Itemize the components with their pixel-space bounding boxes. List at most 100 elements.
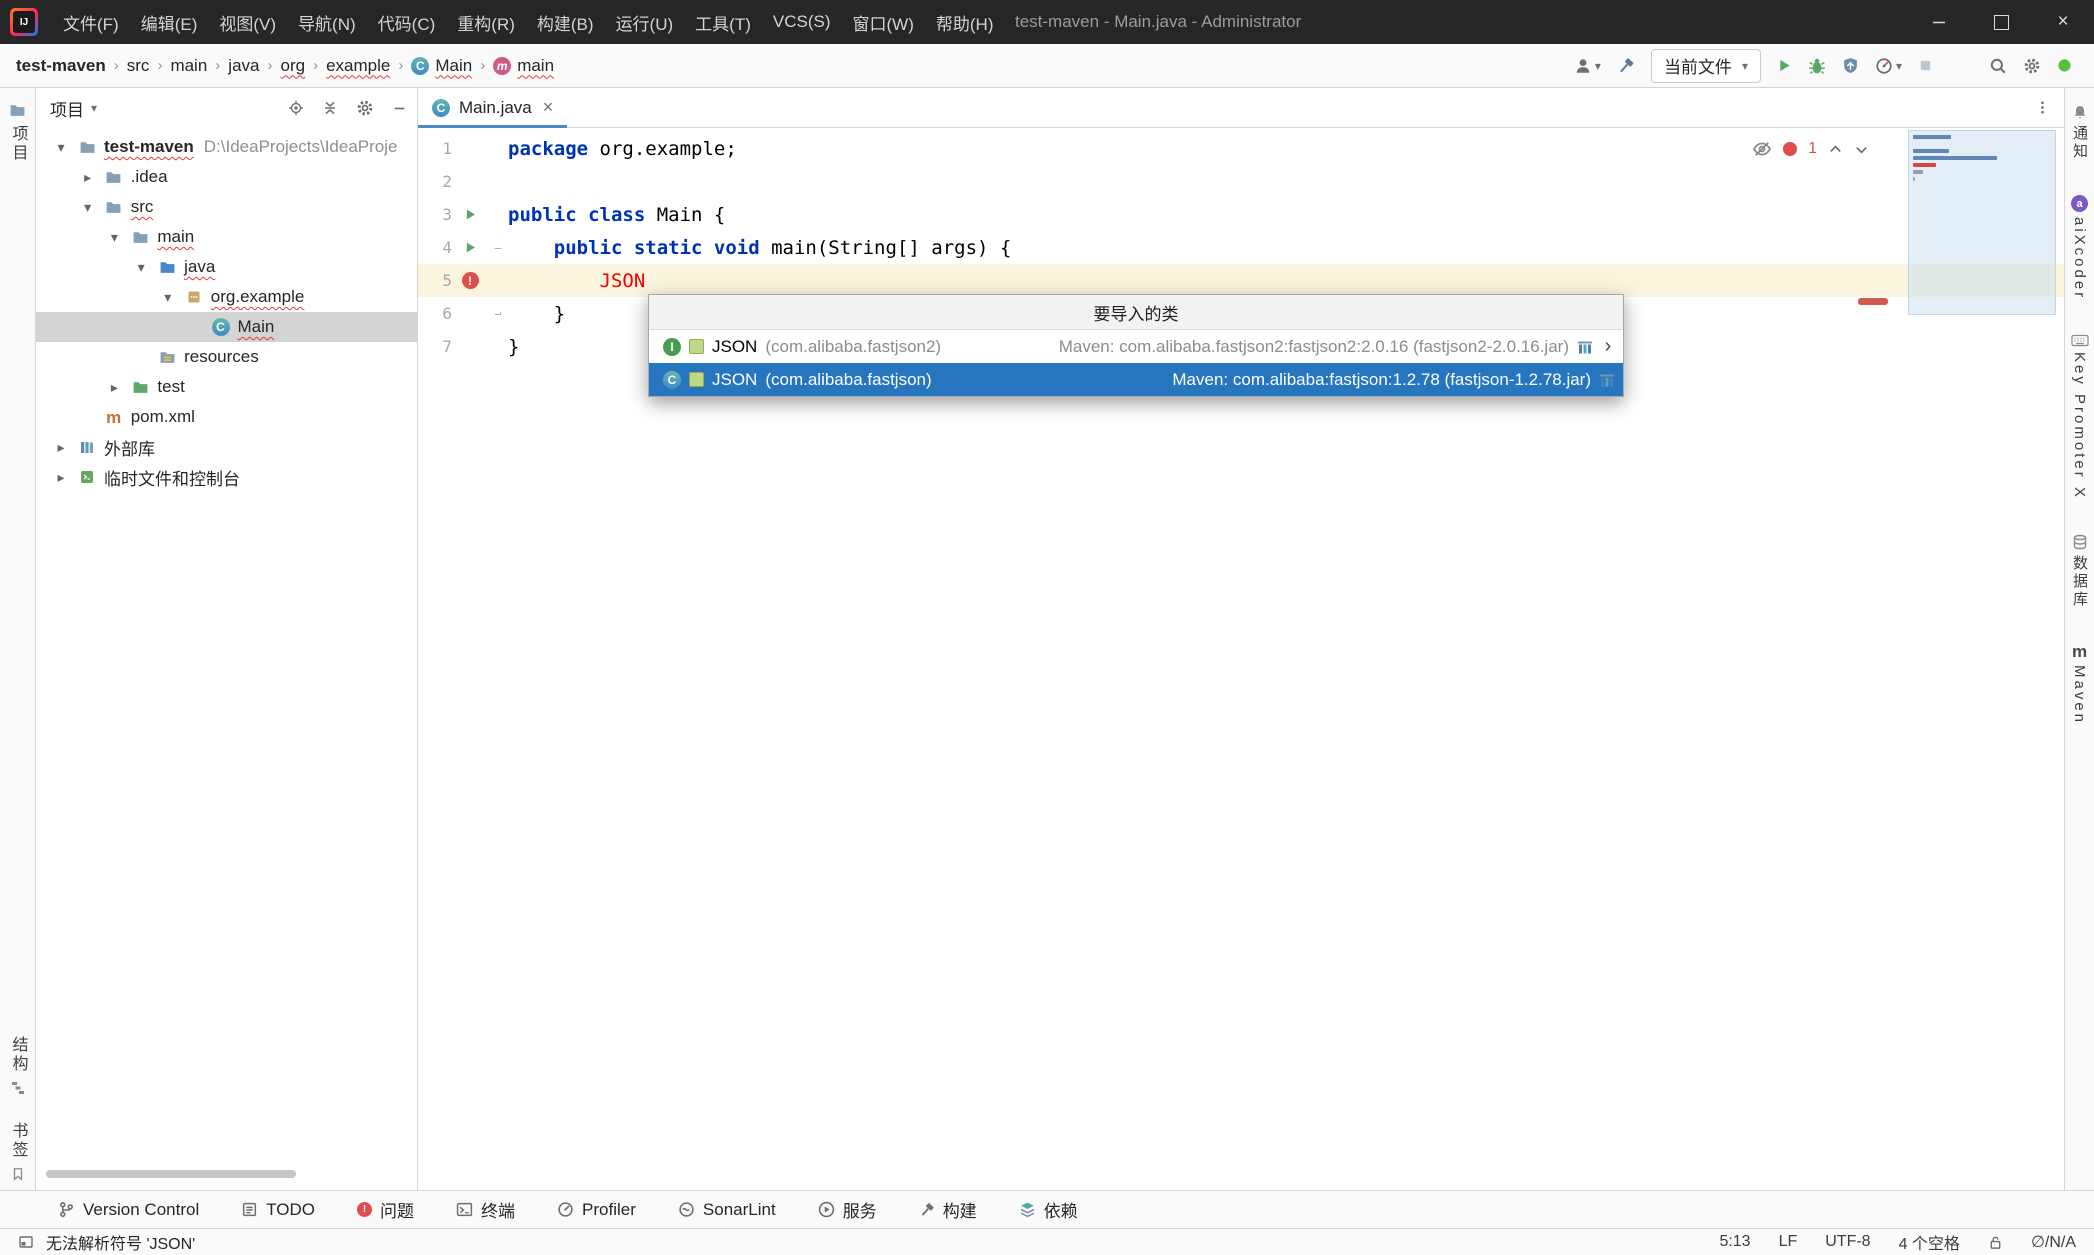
tree-row-src[interactable]: ▾src (36, 192, 417, 222)
project-panel-title[interactable]: 项目 (50, 96, 84, 121)
target-icon[interactable] (288, 100, 304, 116)
toolwindow-button-Version Control[interactable]: Version Control (58, 1200, 199, 1220)
breadcrumb-item-example[interactable]: example (326, 56, 390, 76)
profiler-button[interactable]: ▾ (1875, 57, 1902, 75)
line-separator[interactable]: LF (1779, 1233, 1798, 1251)
menu-item-5[interactable]: 重构(R) (446, 0, 526, 44)
toolwindow-button-依赖[interactable]: 依赖 (1019, 1197, 1078, 1222)
menu-item-1[interactable]: 编辑(E) (130, 0, 209, 44)
menu-item-2[interactable]: 视图(V) (208, 0, 287, 44)
menu-item-0[interactable]: 文件(F) (52, 0, 130, 44)
menu-item-6[interactable]: 构建(B) (526, 0, 605, 44)
menu-item-9[interactable]: VCS(S) (762, 0, 842, 44)
code-line-3[interactable]: 3public class Main { (418, 198, 2064, 231)
minimap[interactable] (1908, 130, 2056, 330)
tab-main-java[interactable]: C Main.java × (418, 88, 567, 128)
tree-chevron-icon[interactable]: ▸ (101, 379, 127, 396)
tree-chevron-icon[interactable]: ▾ (128, 259, 154, 276)
tree-row-外部库[interactable]: ▸外部库 (36, 432, 417, 462)
caret-position[interactable]: 5:13 (1719, 1233, 1750, 1251)
tree-row-resources[interactable]: resources (36, 342, 417, 372)
menu-item-8[interactable]: 工具(T) (684, 0, 762, 44)
toolwindow-button-Profiler[interactable]: Profiler (557, 1200, 636, 1220)
breadcrumb-item-Main[interactable]: CMain (411, 56, 472, 76)
toolwindow-button-服务[interactable]: 服务 (818, 1197, 877, 1222)
debug-button[interactable] (1808, 57, 1826, 75)
maximize-button[interactable] (1970, 0, 2032, 44)
tree-row-.idea[interactable]: ▸.idea (36, 162, 417, 192)
error-gutter-icon[interactable]: ! (452, 272, 488, 289)
tree-chevron-icon[interactable]: ▸ (48, 439, 74, 456)
write-access-lock-icon[interactable] (1988, 1235, 2003, 1250)
tree-row-pom.xml[interactable]: mpom.xml (36, 402, 417, 432)
toolwindow-button-问题[interactable]: !问题 (357, 1197, 414, 1222)
run-button[interactable] (1777, 58, 1792, 73)
menu-item-4[interactable]: 代码(C) (367, 0, 447, 44)
tool-stripe-通知-button[interactable]: 通知 (2069, 104, 2090, 161)
close-button[interactable]: × (2032, 0, 2094, 44)
settings-gear-icon[interactable] (2023, 57, 2041, 75)
tool-stripe-bookmark-button[interactable]: 书签 (6, 1122, 30, 1182)
tree-row-org.example[interactable]: ▾org.example (36, 282, 417, 312)
error-indicator-icon[interactable] (1783, 142, 1797, 156)
code-line-2[interactable]: 2 (418, 165, 2064, 198)
toolwindow-button-终端[interactable]: 终端 (456, 1197, 515, 1222)
minus-icon[interactable] (392, 101, 407, 116)
tree-row-Main[interactable]: CMain (36, 312, 417, 342)
import-option-com.alibaba.fastjson[interactable]: CJSON(com.alibaba.fastjson)Maven: com.al… (649, 363, 1623, 396)
tab-close-icon[interactable]: × (543, 97, 554, 118)
tree-row-java[interactable]: ▾java (36, 252, 417, 282)
fold-marker-icon[interactable]: – (488, 241, 508, 255)
breadcrumb-item-main[interactable]: main (170, 56, 207, 76)
tree-row-test[interactable]: ▸test (36, 372, 417, 402)
run-configuration-select[interactable]: 当前文件▾ (1651, 49, 1761, 83)
tree-row-临时文件和控制台[interactable]: ▸临时文件和控制台 (36, 462, 417, 492)
tool-stripe-project-button[interactable]: 项目 (6, 102, 30, 163)
menu-item-7[interactable]: 运行(U) (605, 0, 685, 44)
toolwindow-button-TODO[interactable]: TODO (241, 1200, 315, 1220)
breadcrumb-item-java[interactable]: java (228, 56, 259, 76)
indent-style[interactable]: 4 个空格 (1899, 1230, 1960, 1254)
tool-stripe-aiXcoder-button[interactable]: aaiXcoder (2071, 195, 2088, 300)
tree-chevron-icon[interactable]: ▸ (48, 469, 74, 486)
tree-chevron-icon[interactable]: ▾ (48, 139, 74, 156)
next-error-icon[interactable] (1854, 142, 1869, 157)
prev-error-icon[interactable] (1828, 142, 1843, 157)
menu-item-10[interactable]: 窗口(W) (842, 0, 925, 44)
file-encoding[interactable]: UTF-8 (1825, 1233, 1870, 1251)
run-gutter-icon[interactable] (452, 208, 488, 221)
coverage-button[interactable] (1842, 57, 1859, 74)
tree-row-test-maven[interactable]: ▾test-mavenD:\IdeaProjects\IdeaProje (36, 132, 417, 162)
error-stripe-mark[interactable] (1858, 298, 1888, 305)
menu-item-3[interactable]: 导航(N) (287, 0, 367, 44)
breadcrumb-item-test-maven[interactable]: test-maven (16, 56, 106, 76)
tree-chevron-icon[interactable]: ▾ (155, 289, 181, 306)
highlight-level-icon[interactable] (1752, 139, 1772, 159)
code-line-5[interactable]: 5! JSON (418, 264, 2064, 297)
collapse-icon[interactable] (322, 100, 338, 116)
run-gutter-icon[interactable] (452, 241, 488, 254)
breadcrumb-item-org[interactable]: org (280, 56, 305, 76)
menu-item-11[interactable]: 帮助(H) (925, 0, 1005, 44)
tree-row-main[interactable]: ▾main (36, 222, 417, 252)
tree-chevron-icon[interactable]: ▾ (101, 229, 127, 246)
build-hammer-icon[interactable] (1617, 57, 1635, 75)
settings-icon[interactable] (356, 99, 374, 117)
user-menu-icon[interactable]: ▾ (1574, 57, 1601, 75)
code-line-4[interactable]: 4– public static void main(String[] args… (418, 231, 2064, 264)
submenu-chevron-icon[interactable]: › (1601, 335, 1615, 358)
search-icon[interactable] (1989, 57, 2007, 75)
tool-stripe-Maven-button[interactable]: mMaven (2071, 643, 2088, 725)
tab-options-icon[interactable] (2035, 100, 2064, 115)
breadcrumb-item-src[interactable]: src (127, 56, 150, 76)
tool-stripe-数据库-button[interactable]: 数据库 (2069, 534, 2090, 609)
horizontal-scrollbar[interactable] (46, 1170, 296, 1178)
fold-marker-icon[interactable]: ⌐ (488, 307, 508, 321)
stop-button[interactable] (1918, 58, 1933, 73)
status-indicator-icon[interactable] (2057, 58, 2072, 73)
chevron-down-icon[interactable]: ▾ (91, 101, 97, 115)
toolwindow-switcher-icon[interactable] (18, 1234, 34, 1250)
toolwindow-button-构建[interactable]: 构建 (919, 1197, 977, 1222)
breadcrumb-item-main[interactable]: mmain (493, 56, 554, 76)
tool-stripe-structure-button[interactable]: 结构 (6, 1036, 30, 1096)
